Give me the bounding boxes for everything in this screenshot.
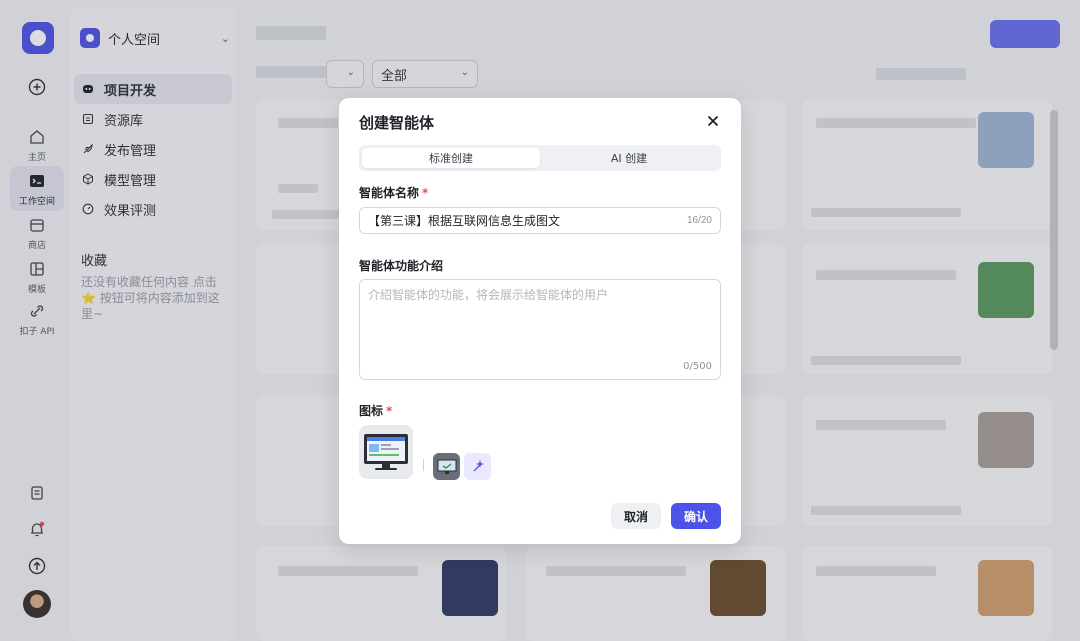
name-label-text: 智能体名称 (359, 186, 420, 200)
ai-generate-icon[interactable] (464, 453, 491, 480)
agent-description-textarea[interactable]: 介绍智能体的功能，将会展示给智能体的用户 0/500 (359, 279, 721, 380)
dialog-title: 创建智能体 (359, 114, 435, 132)
required-mark: * (386, 404, 393, 418)
create-mode-tabs: 标准创建 AI 创建 (359, 145, 721, 171)
name-label: 智能体名称 * (359, 184, 428, 201)
icon-label-text: 图标 (359, 404, 384, 418)
required-mark: * (422, 186, 429, 200)
confirm-button[interactable]: 确认 (671, 503, 721, 529)
tab-ai-create[interactable]: AI 创建 (540, 148, 718, 168)
agent-name-input[interactable]: 【第三课】根据互联网信息生成图文 16/20 (359, 207, 721, 234)
description-label: 智能体功能介绍 (359, 259, 444, 273)
name-char-count: 16/20 (686, 215, 712, 226)
tab-standard-create[interactable]: 标准创建 (362, 148, 540, 168)
icon-label: 图标 * (359, 402, 392, 419)
agent-name-value: 【第三课】根据互联网信息生成图文 (368, 214, 561, 228)
description-char-count: 0/500 (683, 361, 712, 372)
cancel-button[interactable]: 取消 (611, 503, 661, 529)
divider (423, 459, 424, 471)
selected-agent-icon[interactable] (359, 425, 413, 479)
monitor-icon (364, 434, 408, 470)
close-icon[interactable] (707, 112, 719, 131)
create-agent-dialog: 创建智能体 标准创建 AI 创建 智能体名称 * 【第三课】根据互联网信息生成图文… (339, 98, 741, 544)
monitor-thumbnail-icon[interactable] (433, 453, 460, 480)
description-placeholder: 介绍智能体的功能，将会展示给智能体的用户 (368, 288, 609, 302)
